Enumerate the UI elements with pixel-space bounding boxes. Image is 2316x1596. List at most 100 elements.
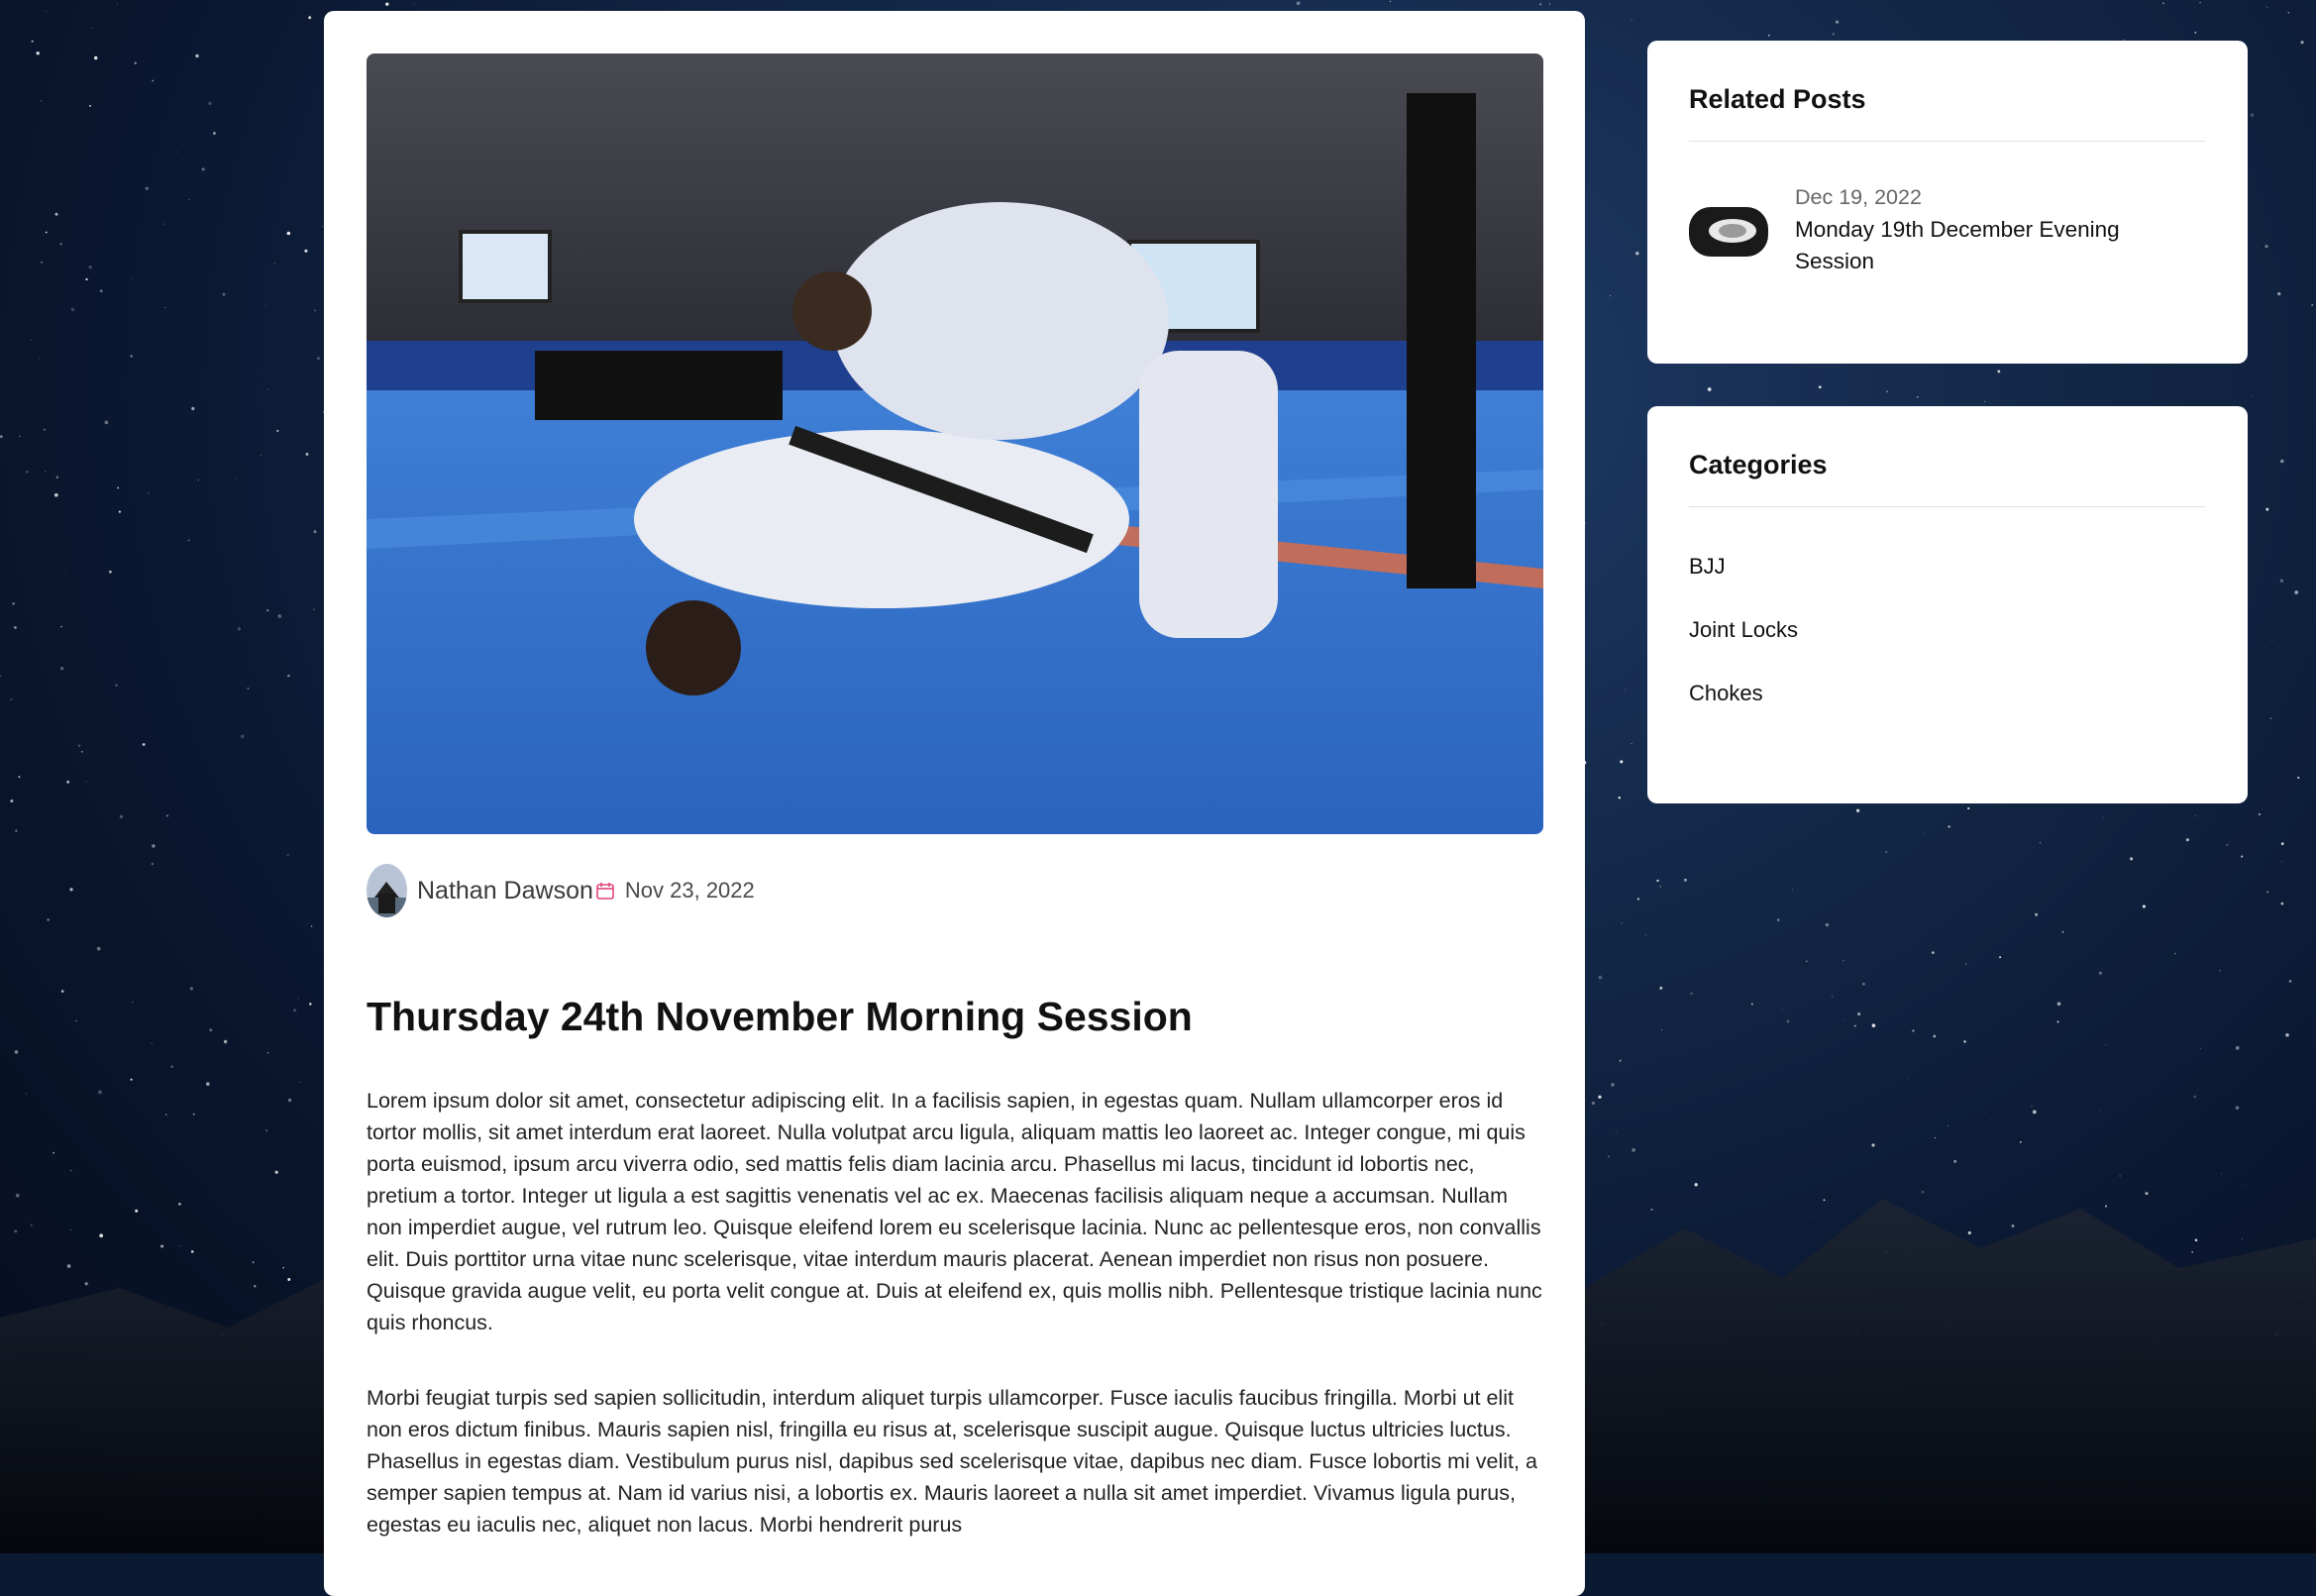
star [80, 750, 83, 753]
star [1635, 251, 1639, 256]
star [2194, 31, 2197, 34]
star [1871, 1143, 1875, 1147]
related-posts-heading: Related Posts [1689, 41, 2206, 143]
star [286, 854, 289, 857]
star [135, 1209, 139, 1213]
post-hero-image [367, 53, 1543, 834]
star [96, 946, 101, 951]
star [66, 780, 70, 784]
star [2104, 1205, 2108, 1208]
star [1767, 34, 1770, 37]
star [30, 1224, 33, 1226]
star [60, 990, 64, 993]
star [282, 1266, 284, 1269]
star [273, 263, 276, 265]
category-link-bjj[interactable]: BJJ [1689, 535, 2206, 598]
star [2105, 1043, 2107, 1046]
star [2011, 1224, 2015, 1227]
star [1609, 294, 1612, 297]
star [19, 435, 21, 437]
star [14, 1229, 18, 1233]
star [276, 429, 279, 432]
star [1636, 898, 1640, 901]
star [40, 261, 44, 264]
star [213, 132, 216, 135]
star [41, 100, 43, 102]
star [2300, 41, 2304, 45]
star [1885, 850, 1888, 854]
author-name[interactable]: Nathan Dawson [417, 877, 593, 905]
star [287, 1278, 291, 1281]
star [1659, 886, 1661, 888]
star [2219, 970, 2221, 972]
star [1916, 395, 1919, 398]
star [299, 1081, 301, 1083]
star [2257, 246, 2259, 248]
star [1618, 796, 1622, 799]
star [75, 1019, 77, 1022]
star [313, 530, 317, 534]
star [1632, 1148, 1635, 1152]
star [0, 674, 2, 678]
star [1806, 960, 1808, 962]
star [14, 626, 17, 629]
star [2280, 459, 2284, 464]
star [1921, 1190, 1925, 1194]
star [109, 570, 112, 574]
star [165, 814, 169, 817]
category-link-joint-locks[interactable]: Joint Locks [1689, 598, 2206, 662]
related-post-title[interactable]: Monday 19th December Evening Session [1795, 214, 2152, 277]
star [46, 10, 48, 12]
star [148, 492, 150, 494]
star [77, 744, 81, 748]
star [2297, 776, 2300, 780]
star [1598, 975, 1603, 980]
star [60, 625, 62, 628]
star [151, 1042, 153, 1044]
star [1886, 390, 1889, 393]
star [162, 223, 164, 225]
star [70, 1169, 72, 1171]
star [1967, 1230, 1971, 1235]
star [1965, 963, 1967, 965]
star [31, 40, 34, 43]
star [1650, 1209, 1653, 1211]
star [1967, 806, 1970, 810]
post-meta: Nathan Dawson Nov 23, 2022 [367, 864, 1542, 917]
star [1857, 1011, 1861, 1016]
star [1984, 400, 1986, 402]
star [160, 1244, 164, 1248]
star [1656, 879, 1659, 883]
star [2194, 814, 2196, 817]
star [2098, 1110, 2100, 1112]
star [2161, 2, 2164, 5]
star [252, 1261, 255, 1264]
star [266, 388, 268, 390]
post-card: Nathan Dawson Nov 23, 2022 Thursday 24th… [324, 11, 1585, 1596]
star [130, 355, 133, 358]
star [2035, 912, 2039, 916]
star [274, 1170, 278, 1174]
categories-list: BJJ Joint Locks Chokes [1689, 507, 2206, 725]
star [2220, 1173, 2222, 1175]
star [2259, 813, 2261, 815]
star [292, 1009, 297, 1012]
star [2288, 980, 2292, 983]
star [1818, 385, 1822, 389]
related-post-thumbnail[interactable] [1689, 206, 1768, 257]
star [1539, 3, 1542, 6]
related-post-item[interactable]: Dec 19, 2022 Monday 19th December Evenin… [1689, 185, 2206, 277]
star [45, 231, 48, 234]
star [1842, 1019, 1844, 1021]
star [2119, 1175, 2121, 1177]
category-link-chokes[interactable]: Chokes [1689, 662, 2206, 725]
star [0, 435, 3, 439]
star [2056, 1002, 2061, 1007]
star [192, 1113, 195, 1116]
star [25, 1093, 28, 1095]
star [63, 572, 65, 574]
star [18, 776, 21, 779]
star [152, 863, 154, 865]
star [1620, 760, 1624, 764]
star [1786, 1019, 1790, 1023]
